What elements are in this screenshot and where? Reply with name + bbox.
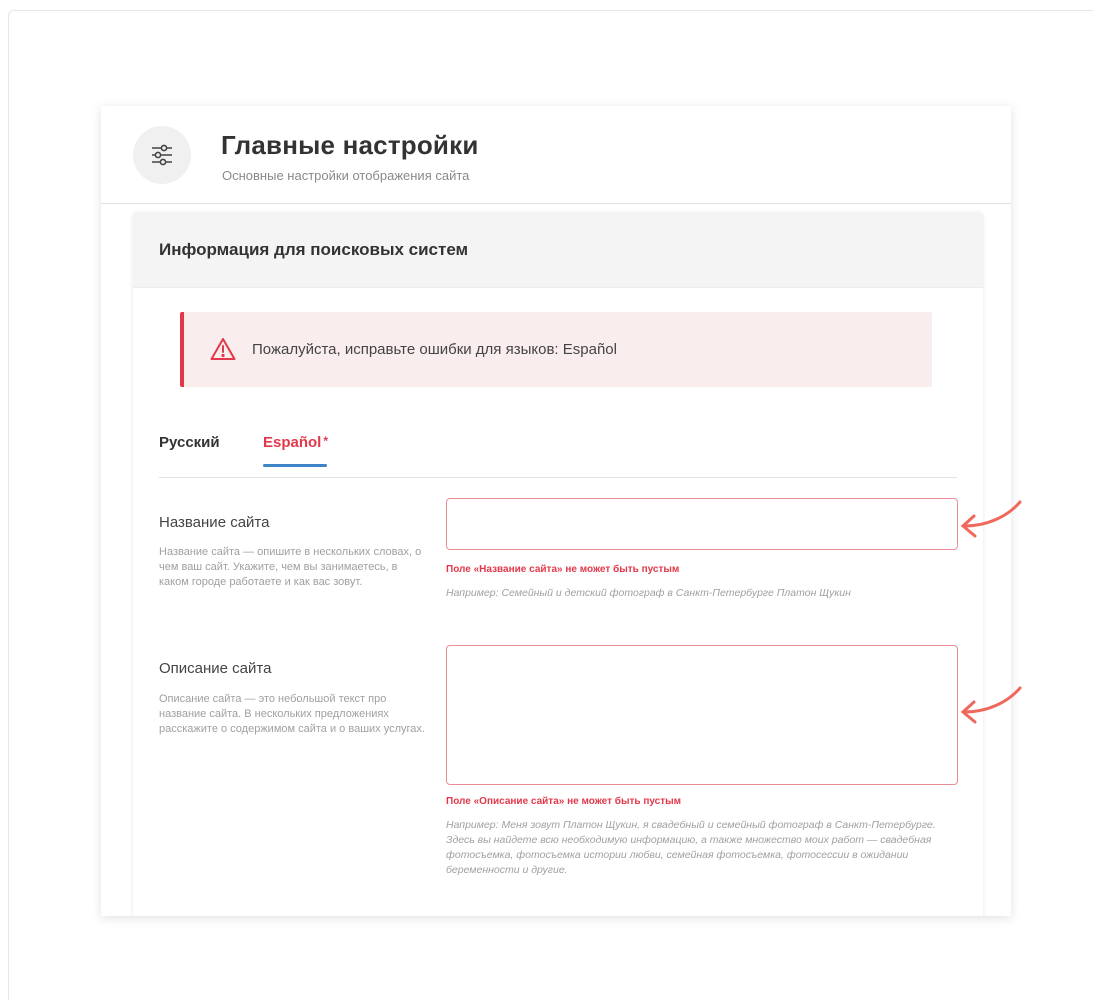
site-description-label: Описание сайта	[159, 660, 272, 677]
tab-russian[interactable]: Русский	[159, 434, 220, 451]
tab-spanish[interactable]: Español *	[263, 434, 328, 467]
search-engine-info-section: Информация для поисковых систем Пожалуйс…	[133, 212, 983, 916]
settings-panel: Главные настройки Основные настройки ото…	[101, 106, 1011, 916]
site-description-textarea[interactable]	[446, 645, 958, 785]
site-name-example: Например: Семейный и детский фотограф в …	[446, 587, 851, 599]
section-title: Информация для поисковых систем	[159, 240, 469, 259]
site-description-example: Например: Меня зовут Платон Щукин, я сва…	[446, 819, 936, 876]
site-name-input[interactable]	[446, 498, 958, 550]
language-tabs: Русский Español *	[159, 430, 957, 478]
error-marker: *	[323, 434, 329, 448]
alert-text: Пожалуйста, исправьте ошибки для языков:…	[252, 341, 617, 358]
warning-triangle-icon	[210, 338, 236, 360]
arrow-annotation-icon	[960, 686, 1022, 724]
page-subtitle: Основные настройки отображения сайта	[222, 168, 470, 183]
tab-label: Español	[263, 434, 322, 451]
site-name-help: Название сайта — опишите в нескольких сл…	[159, 546, 422, 588]
tab-label: Русский	[159, 434, 220, 451]
arrow-annotation-icon	[960, 500, 1022, 538]
active-tab-underline	[263, 464, 327, 467]
page-title: Главные настройки	[221, 130, 479, 160]
error-alert: Пожалуйста, исправьте ошибки для языков:…	[180, 312, 932, 387]
site-description-error: Поле «Описание сайта» не может быть пуст…	[446, 796, 682, 807]
site-description-help: Описание сайта — это небольшой текст про…	[159, 693, 425, 735]
panel-header: Главные настройки Основные настройки ото…	[101, 106, 1011, 204]
sliders-icon	[133, 126, 191, 184]
section-header: Информация для поисковых систем	[133, 212, 983, 288]
site-name-error: Поле «Название сайта» не может быть пуст…	[446, 564, 680, 575]
site-name-label: Название сайта	[159, 514, 270, 531]
